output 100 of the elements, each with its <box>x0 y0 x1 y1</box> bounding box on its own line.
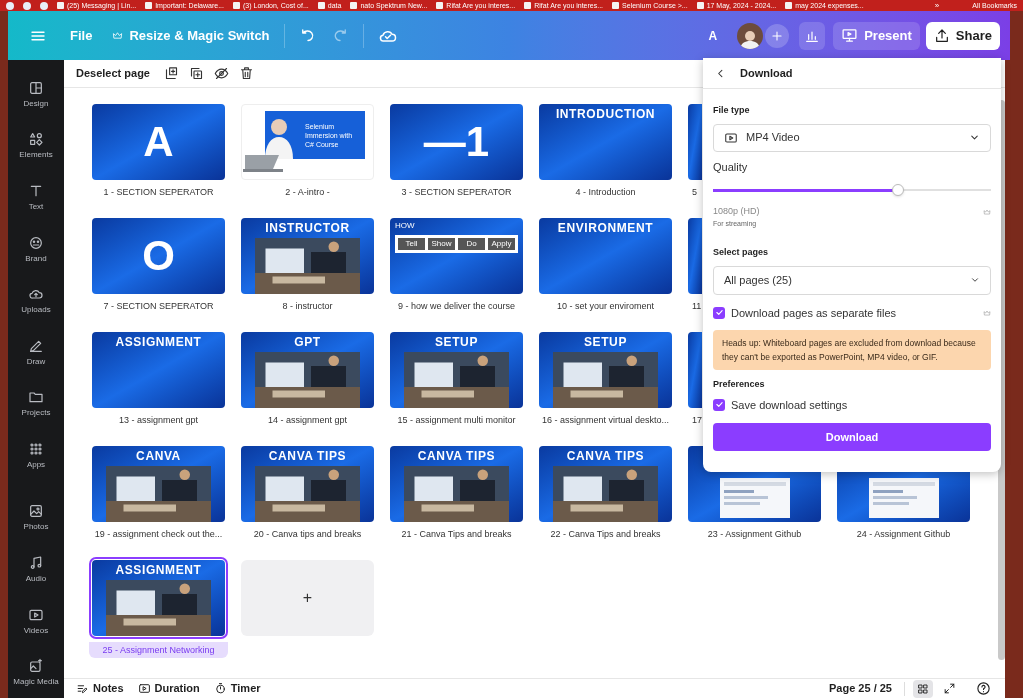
slide-thumbnail[interactable]: INSTRUCTOR <box>241 218 374 294</box>
expand-icon <box>943 682 956 695</box>
check-icon <box>714 308 724 318</box>
add-page-button[interactable]: + <box>241 560 374 636</box>
share-button[interactable]: Share <box>925 21 1000 50</box>
step-label: Do <box>458 238 485 250</box>
step-label: Show <box>428 238 455 250</box>
page-label: 7 - SECTION SEPERATOR <box>103 300 214 312</box>
help-icon <box>976 681 991 696</box>
page-counter: Page 25 / 25 <box>829 681 892 697</box>
quality-slider[interactable] <box>713 184 991 196</box>
sidebar-item[interactable]: Elements <box>10 119 62 172</box>
grid-icon <box>917 682 929 695</box>
sidebar-item[interactable]: Apps <box>10 429 62 481</box>
download-button[interactable]: Download <box>713 423 991 451</box>
checkbox-label[interactable]: Save download settings <box>731 396 848 413</box>
present-button[interactable]: Present <box>833 21 920 50</box>
slide-thumbnail[interactable]: CANVA TIPS <box>539 446 672 522</box>
check-icon <box>714 400 724 410</box>
slide-title: ASSIGNMENT <box>115 336 202 348</box>
share-icon <box>933 27 950 44</box>
page-label: 2 - A-intro - <box>285 186 330 198</box>
magic-icon <box>28 658 44 675</box>
field-label: Quality <box>713 159 749 175</box>
slide-thumbnail[interactable]: ASSIGNMENT <box>92 560 225 636</box>
page-label: 13 - assignment gpt <box>118 414 198 426</box>
notes-button[interactable]: Notes <box>76 680 124 697</box>
slide-title: CANVA TIPS <box>566 450 645 462</box>
slide-title: —1 <box>423 121 490 163</box>
invite-button[interactable] <box>765 23 790 48</box>
grid-view-button[interactable] <box>913 679 933 698</box>
slide-thumbnail[interactable]: HOW Tell Show Do Apply <box>390 218 523 294</box>
page-label: 24 - Assignment Github <box>856 528 951 540</box>
help-button[interactable] <box>976 681 991 696</box>
timer-icon <box>213 682 227 695</box>
duration-button[interactable]: Duration <box>137 680 200 697</box>
sidebar-item[interactable]: Draw <box>10 325 62 378</box>
slide-title: ENVIRONMENT <box>557 222 654 234</box>
present-icon <box>841 27 859 44</box>
sidebar-item[interactable]: Audio <box>10 543 62 595</box>
file-type-dropdown[interactable]: MP4 Video <box>713 123 991 152</box>
page-label: 25 - Assignment Networking <box>89 642 228 658</box>
slide-thumbnail[interactable]: CANVA <box>92 446 225 522</box>
page-label: 3 - SECTION SEPERATOR <box>401 186 512 198</box>
slide-title: GPT <box>294 336 321 348</box>
fullscreen-button[interactable] <box>943 682 956 695</box>
crown-icon <box>112 30 124 41</box>
slide-thumbnail[interactable]: ASSIGNMENT <box>92 332 225 408</box>
checkbox[interactable] <box>713 398 725 411</box>
sidebar-item[interactable]: Magic Media <box>10 646 62 698</box>
slide-thumbnail[interactable]: A <box>92 104 225 180</box>
timer-button[interactable]: Timer <box>213 680 261 697</box>
checkbox[interactable] <box>713 306 725 319</box>
add-page-button[interactable] <box>164 66 179 81</box>
field-label: File type <box>713 104 751 117</box>
more-bookmarks[interactable]: » <box>934 1 940 10</box>
sidebar-item[interactable]: Projects <box>10 377 62 430</box>
slide-title: HOW <box>395 221 416 230</box>
sidebar-item[interactable]: Photos <box>10 491 62 544</box>
delete-page-button[interactable] <box>239 66 254 81</box>
slide-thumbnail[interactable]: CANVA TIPS <box>241 446 374 522</box>
slide-title: SETUP <box>584 336 627 348</box>
trash-icon <box>239 66 254 81</box>
slide-title: INSTRUCTOR <box>265 222 350 234</box>
plus-icon <box>770 28 785 43</box>
sidebar-item[interactable]: Brand <box>10 222 62 275</box>
pages-dropdown[interactable]: All pages (25) <box>713 265 991 295</box>
hide-page-button[interactable] <box>214 66 229 81</box>
slide-thumbnail[interactable]: GPT <box>241 332 374 408</box>
slide-title: INTRODUCTION <box>555 108 656 120</box>
page-label: 22 - Canva Tips and breaks <box>550 528 661 540</box>
brand-icon <box>28 234 44 251</box>
slide-thumbnail[interactable]: SETUP <box>390 332 523 408</box>
duplicate-page-button[interactable] <box>189 66 204 81</box>
sidebar-item[interactable]: Uploads <box>10 274 62 326</box>
slide-title: CANVA TIPS <box>268 450 347 462</box>
slide-thumbnail[interactable]: INTRODUCTION <box>539 104 672 180</box>
slide-thumbnail[interactable] <box>688 218 702 294</box>
insights-button[interactable] <box>799 21 826 50</box>
sidebar-item[interactable]: Design <box>10 68 62 120</box>
page-label: 15 - assignment multi monitor <box>397 414 516 426</box>
sidebar-item[interactable]: Videos <box>10 594 62 647</box>
deselect-page-button[interactable]: Deselect page <box>76 65 150 82</box>
page-label: 10 - set your enviroment <box>556 300 654 312</box>
checkbox-label[interactable]: Download pages as separate files <box>731 304 897 321</box>
slide-thumbnail[interactable] <box>688 332 702 408</box>
slide-thumbnail[interactable]: ENVIRONMENT <box>539 218 672 294</box>
hide-icon <box>214 66 229 81</box>
avatar[interactable] <box>737 22 764 49</box>
slide-thumbnail[interactable]: CANVA TIPS <box>390 446 523 522</box>
slide-thumbnail[interactable]: SETUP <box>539 332 672 408</box>
slide-thumbnail[interactable] <box>688 104 702 180</box>
slide-thumbnail[interactable]: O <box>92 218 225 294</box>
page-label: 1 - SECTION SEPERATOR <box>103 186 214 198</box>
slide-title: CANVA <box>136 450 181 462</box>
add-page-icon <box>164 66 179 81</box>
slide-thumbnail[interactable]: —1 <box>390 104 523 180</box>
page-label: 19 - assignment check out the... <box>94 528 223 540</box>
sidebar-item[interactable]: Text <box>10 171 62 223</box>
page-label: 8 - instructor <box>282 300 333 312</box>
